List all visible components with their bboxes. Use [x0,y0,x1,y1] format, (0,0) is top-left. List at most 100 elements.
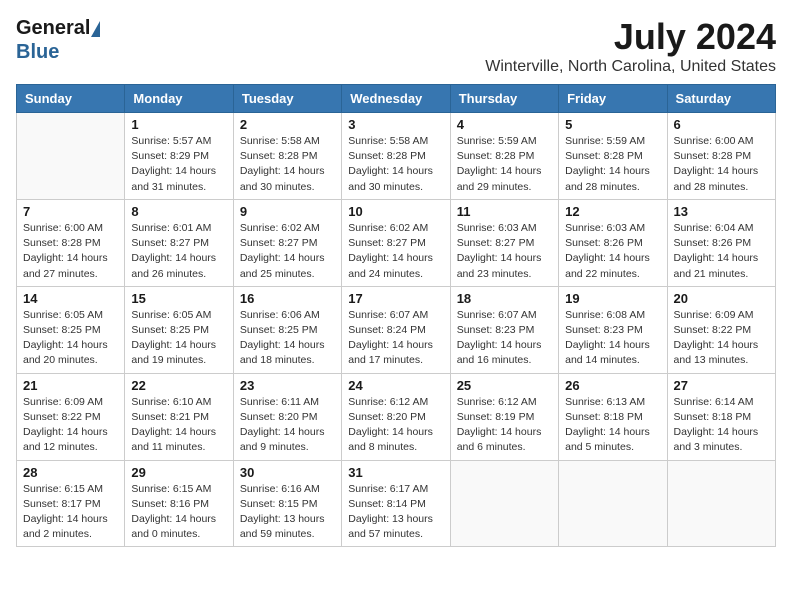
day-number: 1 [131,117,226,132]
calendar-cell: 24 Sunrise: 6:12 AM Sunset: 8:20 PM Dayli… [342,373,450,460]
day-info: Sunrise: 5:58 AM Sunset: 8:28 PM Dayligh… [240,134,335,195]
day-info: Sunrise: 5:59 AM Sunset: 8:28 PM Dayligh… [457,134,552,195]
logo: General Blue [16,16,100,64]
month-title: July 2024 [485,16,776,58]
calendar-cell: 31 Sunrise: 6:17 AM Sunset: 8:14 PM Dayli… [342,460,450,547]
calendar-week-row: 14 Sunrise: 6:05 AM Sunset: 8:25 PM Dayli… [17,286,776,373]
day-number: 8 [131,204,226,219]
day-number: 19 [565,291,660,306]
day-number: 21 [23,378,118,393]
calendar-cell: 13 Sunrise: 6:04 AM Sunset: 8:26 PM Dayli… [667,199,775,286]
column-header-tuesday: Tuesday [233,85,341,113]
logo-general-text: General [16,16,90,40]
calendar-cell: 28Sunrise: 6:15 AM Sunset: 8:17 PM Dayli… [17,460,125,547]
day-info: Sunrise: 6:06 AM Sunset: 8:25 PM Dayligh… [240,308,335,369]
day-info: Sunrise: 6:17 AM Sunset: 8:14 PM Dayligh… [348,482,443,543]
calendar-cell: 26 Sunrise: 6:13 AM Sunset: 8:18 PM Dayli… [559,373,667,460]
logo-triangle-icon [91,21,100,37]
day-number: 30 [240,465,335,480]
calendar-cell: 17 Sunrise: 6:07 AM Sunset: 8:24 PM Dayli… [342,286,450,373]
calendar-cell: 20Sunrise: 6:09 AM Sunset: 8:22 PM Dayli… [667,286,775,373]
calendar-cell: 3Sunrise: 5:58 AM Sunset: 8:28 PM Daylig… [342,113,450,200]
day-info: Sunrise: 5:59 AM Sunset: 8:28 PM Dayligh… [565,134,660,195]
day-number: 16 [240,291,335,306]
day-number: 11 [457,204,552,219]
day-number: 4 [457,117,552,132]
calendar-cell: 6 Sunrise: 6:00 AM Sunset: 8:28 PM Daylig… [667,113,775,200]
day-number: 5 [565,117,660,132]
day-info: Sunrise: 6:07 AM Sunset: 8:23 PM Dayligh… [457,308,552,369]
calendar-cell: 12 Sunrise: 6:03 AM Sunset: 8:26 PM Dayli… [559,199,667,286]
day-info: Sunrise: 6:15 AM Sunset: 8:16 PM Dayligh… [131,482,226,543]
column-header-saturday: Saturday [667,85,775,113]
column-header-friday: Friday [559,85,667,113]
calendar-cell: 8 Sunrise: 6:01 AM Sunset: 8:27 PM Daylig… [125,199,233,286]
day-number: 31 [348,465,443,480]
day-info: Sunrise: 6:02 AM Sunset: 8:27 PM Dayligh… [240,221,335,282]
day-number: 22 [131,378,226,393]
day-info: Sunrise: 6:07 AM Sunset: 8:24 PM Dayligh… [348,308,443,369]
day-number: 2 [240,117,335,132]
title-section: July 2024 Winterville, North Carolina, U… [485,16,776,76]
calendar-cell [667,460,775,547]
calendar-cell: 16 Sunrise: 6:06 AM Sunset: 8:25 PM Dayli… [233,286,341,373]
day-number: 6 [674,117,769,132]
logo-blue-text: Blue [16,41,59,63]
day-info: Sunrise: 6:04 AM Sunset: 8:26 PM Dayligh… [674,221,769,282]
calendar-cell: 2 Sunrise: 5:58 AM Sunset: 8:28 PM Daylig… [233,113,341,200]
day-number: 12 [565,204,660,219]
day-info: Sunrise: 6:03 AM Sunset: 8:27 PM Dayligh… [457,221,552,282]
day-info: Sunrise: 6:09 AM Sunset: 8:22 PM Dayligh… [674,308,769,369]
day-info: Sunrise: 6:08 AM Sunset: 8:23 PM Dayligh… [565,308,660,369]
day-info: Sunrise: 6:09 AM Sunset: 8:22 PM Dayligh… [23,395,118,456]
day-number: 29 [131,465,226,480]
day-info: Sunrise: 6:12 AM Sunset: 8:20 PM Dayligh… [348,395,443,456]
day-number: 15 [131,291,226,306]
calendar-cell: 29 Sunrise: 6:15 AM Sunset: 8:16 PM Dayli… [125,460,233,547]
calendar-cell: 23Sunrise: 6:11 AM Sunset: 8:20 PM Dayli… [233,373,341,460]
location-title: Winterville, North Carolina, United Stat… [485,58,776,76]
calendar-cell: 5 Sunrise: 5:59 AM Sunset: 8:28 PM Daylig… [559,113,667,200]
day-info: Sunrise: 6:05 AM Sunset: 8:25 PM Dayligh… [131,308,226,369]
calendar-cell: 1 Sunrise: 5:57 AM Sunset: 8:29 PM Daylig… [125,113,233,200]
calendar-cell: 19 Sunrise: 6:08 AM Sunset: 8:23 PM Dayli… [559,286,667,373]
day-info: Sunrise: 6:10 AM Sunset: 8:21 PM Dayligh… [131,395,226,456]
day-number: 26 [565,378,660,393]
calendar-cell [450,460,558,547]
calendar-cell: 15 Sunrise: 6:05 AM Sunset: 8:25 PM Dayli… [125,286,233,373]
column-header-thursday: Thursday [450,85,558,113]
day-number: 24 [348,378,443,393]
day-number: 23 [240,378,335,393]
day-number: 25 [457,378,552,393]
column-header-monday: Monday [125,85,233,113]
calendar-cell [17,113,125,200]
day-number: 7 [23,204,118,219]
calendar-cell: 7 Sunrise: 6:00 AM Sunset: 8:28 PM Daylig… [17,199,125,286]
day-info: Sunrise: 6:00 AM Sunset: 8:28 PM Dayligh… [23,221,118,282]
calendar-table: SundayMondayTuesdayWednesdayThursdayFrid… [16,84,776,547]
calendar-header-row: SundayMondayTuesdayWednesdayThursdayFrid… [17,85,776,113]
day-info: Sunrise: 6:14 AM Sunset: 8:18 PM Dayligh… [674,395,769,456]
day-info: Sunrise: 6:01 AM Sunset: 8:27 PM Dayligh… [131,221,226,282]
day-number: 9 [240,204,335,219]
day-info: Sunrise: 6:02 AM Sunset: 8:27 PM Dayligh… [348,221,443,282]
day-info: Sunrise: 6:00 AM Sunset: 8:28 PM Dayligh… [674,134,769,195]
day-info: Sunrise: 6:15 AM Sunset: 8:17 PM Dayligh… [23,482,118,543]
column-header-wednesday: Wednesday [342,85,450,113]
day-number: 17 [348,291,443,306]
day-number: 14 [23,291,118,306]
calendar-cell: 11 Sunrise: 6:03 AM Sunset: 8:27 PM Dayli… [450,199,558,286]
calendar-cell: 21 Sunrise: 6:09 AM Sunset: 8:22 PM Dayli… [17,373,125,460]
calendar-cell: 9 Sunrise: 6:02 AM Sunset: 8:27 PM Daylig… [233,199,341,286]
calendar-cell: 22 Sunrise: 6:10 AM Sunset: 8:21 PM Dayli… [125,373,233,460]
calendar-cell: 14Sunrise: 6:05 AM Sunset: 8:25 PM Dayli… [17,286,125,373]
column-header-sunday: Sunday [17,85,125,113]
day-info: Sunrise: 6:13 AM Sunset: 8:18 PM Dayligh… [565,395,660,456]
day-info: Sunrise: 6:12 AM Sunset: 8:19 PM Dayligh… [457,395,552,456]
day-number: 13 [674,204,769,219]
day-info: Sunrise: 6:03 AM Sunset: 8:26 PM Dayligh… [565,221,660,282]
day-number: 10 [348,204,443,219]
day-info: Sunrise: 5:57 AM Sunset: 8:29 PM Dayligh… [131,134,226,195]
calendar-week-row: 1 Sunrise: 5:57 AM Sunset: 8:29 PM Daylig… [17,113,776,200]
calendar-cell: 27Sunrise: 6:14 AM Sunset: 8:18 PM Dayli… [667,373,775,460]
